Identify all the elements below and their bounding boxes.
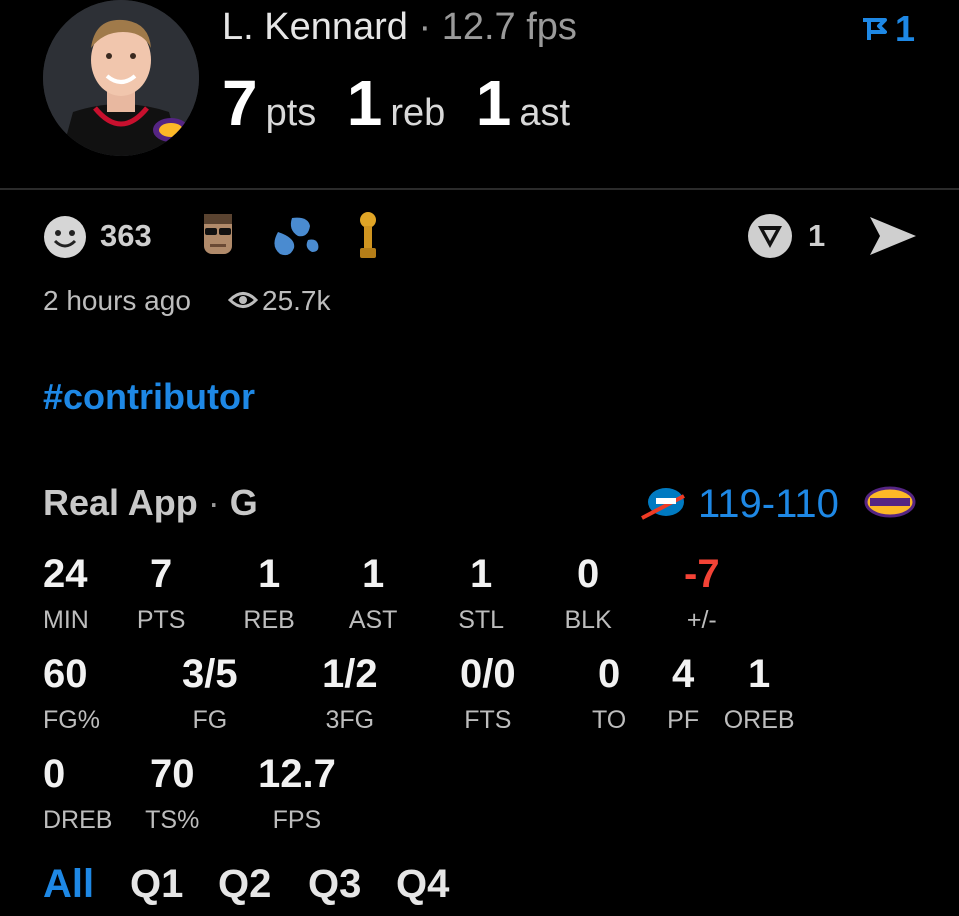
stat-value-oreb: 1	[748, 652, 771, 696]
stat-label-to: TO	[591, 706, 627, 734]
player-name[interactable]: L. Kennard	[222, 6, 408, 48]
separator: ·	[418, 6, 432, 48]
timestamp: 2 hours ago	[43, 285, 191, 316]
smiley-reaction-icon[interactable]	[43, 215, 87, 259]
stat-value-pf: 4	[672, 652, 695, 696]
score-home: 119	[698, 482, 762, 526]
stat-value-min: 24	[43, 552, 88, 596]
source-name: Real App	[43, 482, 198, 523]
reb-value: 1	[346, 67, 383, 139]
stat-label-fg-: FG%	[43, 706, 100, 734]
stat-label-3fg: 3FG	[325, 706, 375, 734]
stat-value-fg: 3/5	[182, 652, 238, 696]
stat-label--: +/-	[686, 606, 717, 634]
sweat-droplets-icon[interactable]	[268, 212, 322, 258]
flag-button[interactable]: 1	[861, 8, 915, 50]
hashtag-link[interactable]: #contributor	[43, 376, 255, 418]
stat-value-fts: 0/0	[460, 652, 516, 696]
player-avatar[interactable]	[43, 0, 199, 156]
eye-icon	[228, 292, 258, 308]
stat-value-to: 0	[598, 652, 621, 696]
tab-q3[interactable]: Q3	[308, 862, 361, 907]
boost-icon[interactable]	[746, 212, 794, 260]
stat-value-reb: 1	[258, 552, 281, 596]
pts-value: 7	[222, 67, 258, 139]
tab-q4[interactable]: Q4	[396, 862, 449, 907]
stat-value-3fg: 1/2	[322, 652, 378, 696]
stat-value-stl: 1	[470, 552, 493, 596]
share-send-icon[interactable]	[868, 215, 918, 257]
stat-label-pf: PF	[667, 706, 700, 734]
tab-all[interactable]: All	[43, 862, 94, 907]
flag-icon	[862, 18, 887, 40]
pts-unit: pts	[265, 92, 317, 134]
stat-value--: -7	[684, 552, 720, 596]
ast-value: 1	[475, 67, 512, 139]
reb-unit: reb	[390, 92, 446, 134]
player-position: G	[229, 482, 258, 523]
game-source: Real App · G	[43, 482, 258, 524]
trophy-icon[interactable]	[352, 210, 384, 260]
stat-summary: 7 pts 1 reb 1 ast	[222, 66, 596, 140]
player-header: L. Kennard · 12.7 fps	[222, 6, 577, 49]
flag-count: 1	[894, 8, 915, 49]
stat-label-fps: FPS	[272, 806, 322, 834]
stat-label-min: MIN	[43, 606, 89, 634]
stat-label-ts-: TS%	[145, 806, 200, 834]
stat-label-blk: BLK	[564, 606, 612, 634]
stat-label-fts: FTS	[464, 706, 512, 734]
stat-label-ast: AST	[348, 606, 398, 634]
view-count: 25.7k	[262, 285, 331, 316]
divider	[0, 188, 959, 190]
stat-value-fg-: 60	[43, 652, 88, 696]
stat-label-oreb: OREB	[723, 706, 795, 734]
stat-value-fps: 12.7	[258, 752, 336, 796]
fps-value: 12.7 fps	[441, 6, 577, 48]
stat-value-blk: 0	[577, 552, 600, 596]
stat-label-dreb: DREB	[43, 806, 113, 834]
stat-value-ts-: 70	[150, 752, 195, 796]
game-score[interactable]: 119-110	[698, 482, 839, 527]
ast-unit: ast	[519, 92, 571, 134]
tab-q1[interactable]: Q1	[130, 862, 183, 907]
stat-label-fg: FG	[192, 706, 228, 734]
tab-q2[interactable]: Q2	[218, 862, 271, 907]
score-separator: -	[761, 482, 776, 526]
score-away: 110	[775, 482, 839, 526]
stat-value-dreb: 0	[43, 752, 66, 796]
okc-team-logo-icon[interactable]	[636, 484, 688, 524]
stat-value-ast: 1	[362, 552, 385, 596]
sunglasses-face-icon[interactable]	[200, 210, 236, 258]
stat-label-reb: REB	[243, 606, 295, 634]
boost-count[interactable]: 1	[808, 218, 825, 254]
lakers-team-logo-icon[interactable]	[864, 482, 916, 522]
stat-label-stl: STL	[458, 606, 505, 634]
reaction-count[interactable]: 363	[100, 218, 152, 254]
player-photo-icon	[43, 0, 199, 156]
stat-value-pts: 7	[150, 552, 173, 596]
stat-label-pts: PTS	[136, 606, 186, 634]
separator: ·	[207, 482, 220, 523]
